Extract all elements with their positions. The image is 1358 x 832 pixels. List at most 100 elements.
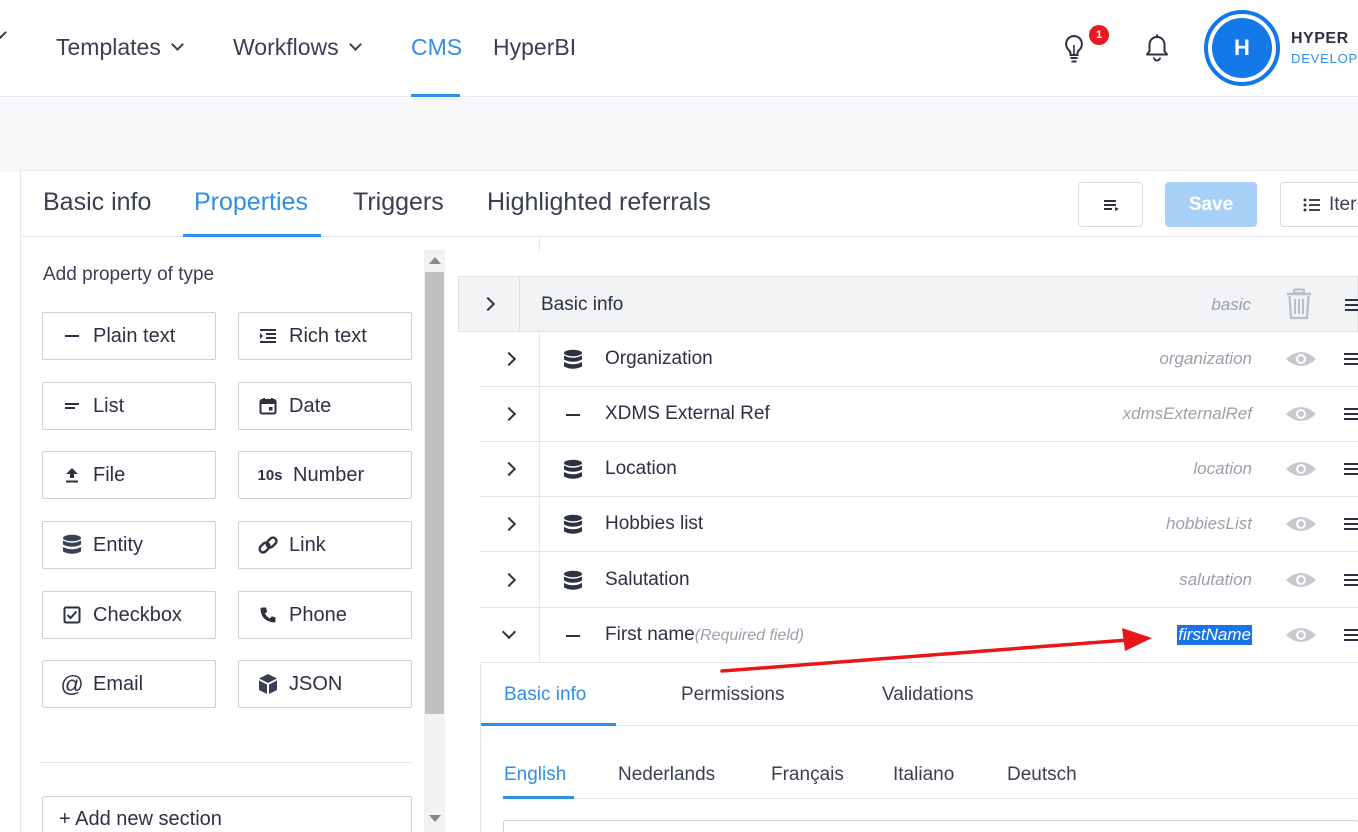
- property-row[interactable]: Organization organization: [480, 332, 1358, 387]
- property-type-phone[interactable]: Phone: [238, 591, 412, 639]
- drag-handle-icon[interactable]: [1344, 629, 1358, 644]
- property-key-selected[interactable]: firstName: [1177, 625, 1252, 645]
- drag-handle-icon[interactable]: [1344, 408, 1358, 423]
- drag-handle-icon[interactable]: [1345, 299, 1358, 314]
- chevron-right-icon[interactable]: [501, 461, 517, 477]
- drag-handle-icon[interactable]: [1344, 574, 1358, 589]
- lang-tab-francais[interactable]: Français: [771, 764, 844, 786]
- notification-badge: 1: [1089, 25, 1109, 45]
- nav-item-previous[interactable]: [0, 26, 7, 39]
- property-key: xdmsExternalRef: [1122, 404, 1252, 423]
- scroll-down-arrow-icon[interactable]: [429, 815, 441, 822]
- section-row-basic-info[interactable]: Basic info basic: [458, 276, 1358, 332]
- property-type-email[interactable]: @ Email: [42, 660, 216, 708]
- property-type-rich-text[interactable]: Rich text: [238, 312, 412, 360]
- lightbulb-icon[interactable]: [1062, 34, 1086, 64]
- property-type-date[interactable]: Date: [238, 382, 412, 430]
- property-type-label: Checkbox: [93, 603, 182, 626]
- minus-icon: [562, 624, 584, 648]
- property-type-list[interactable]: List: [42, 382, 216, 430]
- chevron-right-icon[interactable]: [480, 296, 496, 312]
- label-input[interactable]: [503, 820, 1358, 832]
- phone-icon: [257, 604, 279, 626]
- property-key: location: [1193, 459, 1252, 478]
- chevron-down-icon: [0, 26, 7, 39]
- property-type-file[interactable]: File: [42, 451, 216, 499]
- nav-item-label: CMS: [411, 34, 463, 60]
- property-key: organization: [1159, 349, 1252, 368]
- required-field-note: (Required field): [694, 627, 805, 644]
- at-icon: @: [60, 670, 84, 697]
- nav-item-templates[interactable]: Templates: [56, 34, 184, 61]
- divider: [539, 497, 540, 552]
- property-type-label: Rich text: [289, 324, 367, 347]
- checkbox-icon: [61, 604, 83, 626]
- add-new-section-button[interactable]: + Add new section: [42, 796, 412, 832]
- eye-icon[interactable]: [1285, 349, 1317, 369]
- property-type-json[interactable]: JSON: [238, 660, 412, 708]
- lang-tab-deutsch[interactable]: Deutsch: [1007, 764, 1077, 786]
- eye-icon[interactable]: [1285, 404, 1317, 424]
- divider: [539, 238, 540, 252]
- subtab-validations[interactable]: Validations: [882, 684, 974, 706]
- entity-tabs: Basic info Properties Triggers Highlight…: [21, 171, 1358, 237]
- trash-icon[interactable]: [1285, 288, 1313, 320]
- chevron-right-icon[interactable]: [501, 406, 517, 422]
- property-row[interactable]: Salutation salutation: [480, 553, 1358, 608]
- drag-handle-icon[interactable]: [1344, 353, 1358, 368]
- chevron-down-icon[interactable]: [501, 624, 517, 640]
- chevron-right-icon[interactable]: [501, 351, 517, 367]
- collapse-all-button[interactable]: [1078, 182, 1143, 227]
- avatar[interactable]: H: [1204, 10, 1280, 86]
- eye-icon[interactable]: [1285, 514, 1317, 534]
- divider: [539, 332, 540, 387]
- cube-icon: [257, 673, 279, 695]
- nav-item-label: Templates: [56, 34, 161, 60]
- bell-icon[interactable]: [1144, 34, 1170, 62]
- property-editor: Basic info Permissions Validations Engli…: [480, 664, 1358, 832]
- property-row[interactable]: Location location: [480, 442, 1358, 497]
- nav-item-hyperbi[interactable]: HyperBI: [493, 34, 576, 61]
- eye-icon[interactable]: [1285, 459, 1317, 479]
- eye-icon[interactable]: [1285, 570, 1317, 590]
- divider: [539, 387, 540, 442]
- property-type-label: List: [93, 394, 125, 417]
- add-property-title: Add property of type: [43, 264, 215, 285]
- property-label: First name(Required field): [605, 624, 804, 646]
- drag-handle-icon[interactable]: [1344, 518, 1358, 533]
- property-row[interactable]: XDMS External Ref xdmsExternalRef: [480, 387, 1358, 442]
- section-title: Basic info: [541, 294, 624, 315]
- property-type-checkbox[interactable]: Checkbox: [42, 591, 216, 639]
- save-button[interactable]: Save: [1165, 182, 1257, 227]
- lang-tab-italiano[interactable]: Italiano: [893, 764, 954, 786]
- tab-active-indicator: [183, 234, 321, 237]
- scroll-up-arrow-icon[interactable]: [429, 257, 441, 264]
- lang-tab-nederlands[interactable]: Nederlands: [618, 764, 715, 786]
- scrollbar-thumb[interactable]: [425, 272, 444, 714]
- drag-handle-icon[interactable]: [1344, 463, 1358, 478]
- subtab-basic-info[interactable]: Basic info: [504, 684, 586, 706]
- tab-triggers[interactable]: Triggers: [353, 188, 444, 217]
- nav-item-cms[interactable]: CMS: [411, 34, 462, 61]
- property-key: hobbiesList: [1165, 514, 1252, 533]
- chevron-right-icon[interactable]: [501, 572, 517, 588]
- property-type-number[interactable]: 10s Number: [238, 451, 412, 499]
- items-button[interactable]: Iter: [1280, 182, 1358, 227]
- eye-icon[interactable]: [1285, 625, 1317, 645]
- subtab-permissions[interactable]: Permissions: [681, 684, 784, 706]
- tab-properties[interactable]: Properties: [194, 188, 308, 217]
- chevron-right-icon[interactable]: [501, 516, 517, 532]
- tab-highlighted-referrals[interactable]: Highlighted referrals: [487, 188, 711, 217]
- tab-basic-info[interactable]: Basic info: [43, 188, 151, 217]
- property-label-text: First name: [605, 624, 695, 645]
- property-row-expanded[interactable]: First name(Required field) firstName: [480, 608, 1358, 663]
- database-icon: [562, 348, 584, 372]
- lang-tab-english[interactable]: English: [504, 764, 566, 786]
- property-type-link[interactable]: Link: [238, 521, 412, 569]
- property-type-label: Email: [93, 672, 144, 695]
- property-type-label: Number: [293, 463, 365, 486]
- property-type-plain-text[interactable]: Plain text: [42, 312, 216, 360]
- property-type-entity[interactable]: Entity: [42, 521, 216, 569]
- property-row[interactable]: Hobbies list hobbiesList: [480, 497, 1358, 552]
- nav-item-workflows[interactable]: Workflows: [233, 34, 362, 61]
